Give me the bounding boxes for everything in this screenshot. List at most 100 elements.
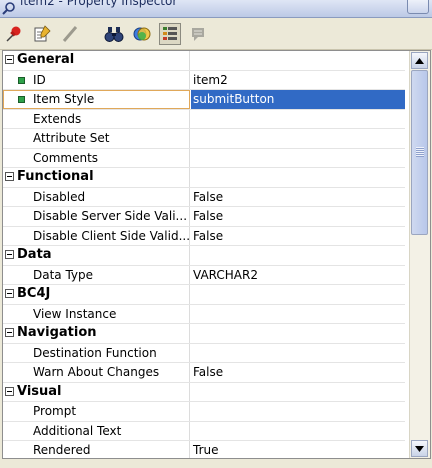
category-row[interactable]: BC4J — [3, 285, 405, 305]
property-value-cell[interactable]: submitButton — [191, 90, 405, 109]
property-row[interactable]: View Instance — [3, 304, 405, 324]
property-name-cell[interactable]: Extends — [3, 109, 190, 128]
category-label: Functional — [17, 169, 94, 184]
property-value: True — [193, 443, 219, 457]
category-row[interactable]: Visual — [3, 382, 405, 402]
property-row[interactable]: Disable Server Side Vali... False — [3, 207, 405, 227]
property-sheet: General ID item2 Item Style submitButton Exte… — [2, 50, 431, 459]
collapse-toggle-icon[interactable] — [5, 55, 14, 64]
category-label: Data — [17, 247, 52, 262]
property-value-cell[interactable]: False — [191, 207, 405, 226]
property-value: VARCHAR2 — [193, 267, 258, 282]
property-name-cell[interactable]: Prompt — [3, 402, 190, 421]
property-value-cell[interactable] — [191, 110, 405, 129]
property-name-cell[interactable]: Rendered — [3, 441, 190, 458]
pencil-icon — [62, 26, 78, 42]
property-value-cell[interactable]: item2 — [191, 71, 405, 90]
arrow-up-icon — [415, 57, 424, 64]
property-row[interactable]: Destination Function — [3, 343, 405, 363]
property-name-cell[interactable]: Item Style — [3, 90, 190, 109]
window-close-button[interactable] — [407, 0, 429, 14]
property-value-cell[interactable] — [191, 402, 405, 421]
vertical-scrollbar[interactable] — [409, 51, 430, 458]
property-value-cell[interactable]: False — [191, 188, 405, 207]
property-row[interactable]: ID item2 — [3, 70, 405, 90]
category-value-cell — [191, 324, 405, 343]
property-row[interactable]: Disabled False — [3, 187, 405, 207]
property-value-cell[interactable] — [191, 344, 405, 363]
property-row[interactable]: Attribute Set — [3, 129, 405, 149]
find-button[interactable] — [103, 23, 125, 45]
notes-button[interactable] — [187, 23, 209, 45]
property-name: Disable Server Side Vali... — [33, 209, 188, 223]
categorize-icon — [163, 27, 177, 40]
property-name: Comments — [33, 150, 99, 165]
collapse-toggle-icon[interactable] — [5, 289, 14, 298]
category-name-cell: BC4J — [3, 285, 190, 304]
property-value-cell[interactable]: False — [191, 227, 405, 246]
property-value: False — [193, 209, 224, 223]
collapse-toggle-icon[interactable] — [5, 172, 14, 181]
property-name-cell[interactable]: Comments — [3, 148, 190, 167]
arrow-down-icon — [415, 445, 424, 452]
categorize-button[interactable] — [159, 23, 181, 45]
property-row[interactable]: Prompt — [3, 402, 405, 422]
category-row[interactable]: Navigation — [3, 324, 405, 344]
edit-button[interactable] — [31, 23, 53, 45]
category-label: Navigation — [17, 325, 97, 340]
property-value: False — [193, 189, 224, 204]
color-circles-icon — [133, 27, 151, 41]
property-row[interactable]: Extends — [3, 109, 405, 129]
property-row[interactable]: Item Style submitButton — [3, 90, 405, 110]
toolbar — [0, 18, 432, 50]
colors-button[interactable] — [131, 23, 153, 45]
category-row[interactable]: Functional — [3, 168, 405, 188]
property-value-cell[interactable] — [191, 422, 405, 441]
magnifier-icon — [2, 2, 15, 15]
property-row[interactable]: Disable Client Side Valid... False — [3, 226, 405, 246]
scroll-thumb[interactable] — [411, 70, 428, 235]
property-row[interactable]: Rendered True — [3, 441, 405, 458]
property-value-cell[interactable]: True — [191, 441, 405, 458]
category-name-cell: Functional — [3, 168, 190, 187]
property-name: Attribute Set — [33, 131, 110, 145]
category-value-cell — [191, 51, 405, 70]
collapse-toggle-icon[interactable] — [5, 250, 14, 259]
property-name-cell[interactable]: Attribute Set — [3, 129, 190, 148]
property-name: Extends — [33, 111, 82, 126]
property-name: Disabled — [33, 189, 86, 204]
property-value-cell[interactable] — [191, 129, 405, 148]
property-name-cell[interactable]: ID — [3, 70, 190, 89]
category-row[interactable]: General — [3, 51, 405, 71]
collapse-toggle-icon[interactable] — [5, 386, 14, 396]
binoculars-icon — [104, 27, 124, 42]
pin-icon — [6, 26, 21, 42]
category-label: General — [17, 52, 75, 67]
property-name-cell[interactable]: Disabled — [3, 187, 190, 206]
pencil-button[interactable] — [59, 23, 81, 45]
property-row[interactable]: Data Type VARCHAR2 — [3, 265, 405, 285]
property-name-cell[interactable]: Destination Function — [3, 343, 190, 362]
property-value-cell[interactable]: VARCHAR2 — [191, 266, 405, 285]
property-name-cell[interactable]: Disable Client Side Valid... — [3, 226, 190, 245]
category-name-cell: Data — [3, 246, 190, 265]
collapse-toggle-icon[interactable] — [5, 328, 14, 337]
category-value-cell — [191, 168, 405, 187]
category-row[interactable]: Data — [3, 246, 405, 266]
property-row[interactable]: Warn About Changes False — [3, 363, 405, 383]
scroll-down-button[interactable] — [411, 440, 428, 457]
scroll-up-button[interactable] — [411, 52, 428, 69]
pin-button[interactable] — [3, 23, 25, 45]
property-value-cell[interactable] — [191, 149, 405, 168]
property-row[interactable]: Comments — [3, 148, 405, 168]
property-name-cell[interactable]: Warn About Changes — [3, 363, 190, 382]
property-name-cell[interactable]: Additional Text — [3, 421, 190, 440]
property-name-cell[interactable]: View Instance — [3, 304, 190, 323]
property-name: Prompt — [33, 404, 77, 418]
property-value-cell[interactable]: False — [191, 363, 405, 382]
property-name-cell[interactable]: Data Type — [3, 265, 190, 284]
property-name-cell[interactable]: Disable Server Side Vali... — [3, 207, 190, 226]
property-value-cell[interactable] — [191, 305, 405, 324]
property-name: Warn About Changes — [33, 365, 160, 379]
property-row[interactable]: Additional Text — [3, 421, 405, 441]
